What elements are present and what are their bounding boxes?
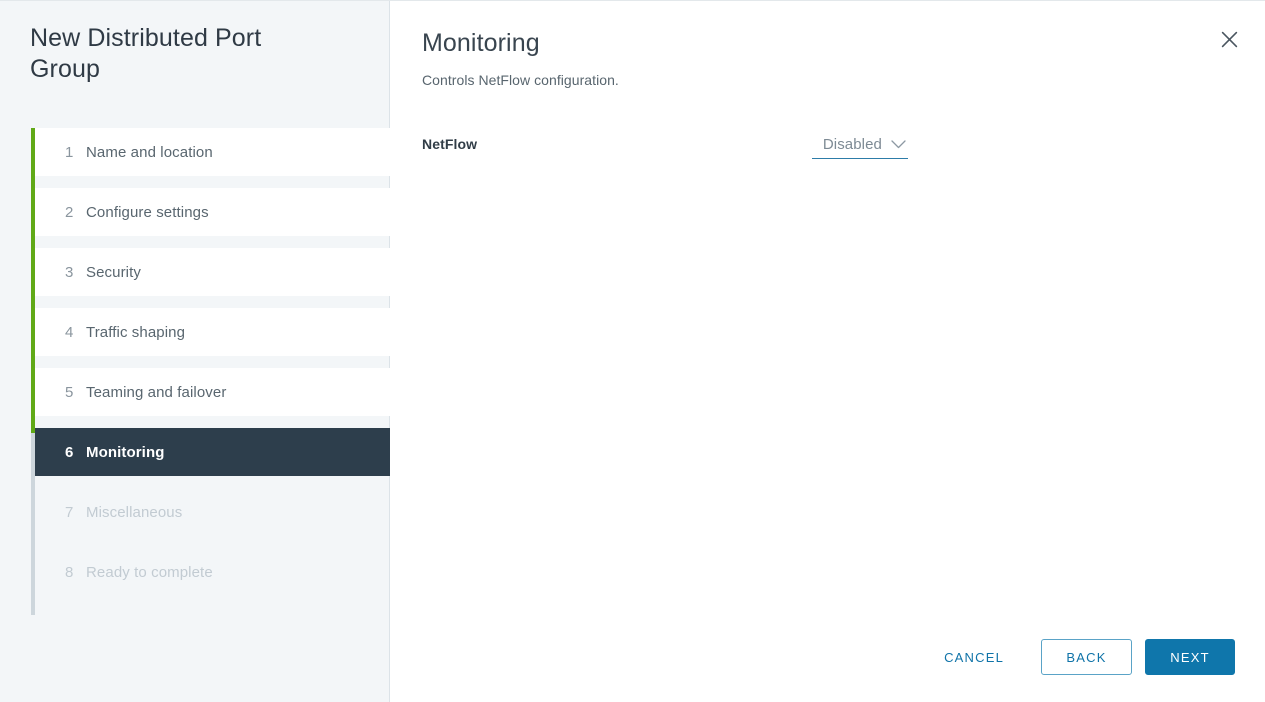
next-button[interactable]: NEXT xyxy=(1145,639,1235,675)
sidebar-step-traffic-shaping[interactable]: 4 Traffic shaping xyxy=(35,308,390,356)
step-label: Ready to complete xyxy=(86,563,213,581)
netflow-label: NetFlow xyxy=(422,136,478,152)
sidebar-step-ready-to-complete: 8 Ready to complete xyxy=(35,548,390,596)
step-number: 7 xyxy=(65,503,74,521)
close-icon[interactable] xyxy=(1215,25,1243,53)
step-number: 5 xyxy=(65,383,74,401)
cancel-button[interactable]: CANCEL xyxy=(925,639,1023,675)
wizard-footer: CANCEL BACK NEXT xyxy=(925,639,1235,675)
step-label: Name and location xyxy=(86,143,213,161)
step-label: Traffic shaping xyxy=(86,323,186,341)
step-number: 2 xyxy=(65,203,74,221)
wizard-content-pane: Monitoring Controls NetFlow configuratio… xyxy=(390,1,1265,702)
sidebar-step-miscellaneous: 7 Miscellaneous xyxy=(35,488,390,536)
step-label: Teaming and failover xyxy=(86,383,227,401)
sidebar-step-teaming-and-failover[interactable]: 5 Teaming and failover xyxy=(35,368,390,416)
step-label: Configure settings xyxy=(86,203,209,221)
step-number: 3 xyxy=(65,263,74,281)
wizard-step-list: 1 Name and location 2 Configure settings… xyxy=(31,128,390,615)
netflow-selected-value: Disabled xyxy=(822,136,882,153)
chevron-down-icon xyxy=(891,140,906,149)
step-number: 4 xyxy=(65,323,74,341)
step-number: 6 xyxy=(65,443,74,461)
page-subtitle: Controls NetFlow configuration. xyxy=(422,72,619,88)
new-distributed-port-group-wizard: New Distributed Port Group 1 Name and lo… xyxy=(0,0,1265,702)
page-title: Monitoring xyxy=(422,29,540,57)
wizard-sidebar: New Distributed Port Group 1 Name and lo… xyxy=(0,1,390,702)
step-number: 8 xyxy=(65,563,74,581)
monitoring-form: NetFlow Disabled xyxy=(422,133,1233,159)
sidebar-step-configure-settings[interactable]: 2 Configure settings xyxy=(35,188,390,236)
step-number: 1 xyxy=(65,143,74,161)
wizard-title: New Distributed Port Group xyxy=(30,24,262,83)
netflow-form-row: NetFlow Disabled xyxy=(422,133,1233,159)
step-label: Monitoring xyxy=(86,443,165,461)
netflow-select[interactable]: Disabled xyxy=(812,133,908,159)
sidebar-step-monitoring[interactable]: 6 Monitoring xyxy=(35,428,390,476)
step-label: Miscellaneous xyxy=(86,503,183,521)
step-label: Security xyxy=(86,263,141,281)
back-button[interactable]: BACK xyxy=(1041,639,1132,675)
sidebar-step-security[interactable]: 3 Security xyxy=(35,248,390,296)
sidebar-step-name-and-location[interactable]: 1 Name and location xyxy=(35,128,390,176)
